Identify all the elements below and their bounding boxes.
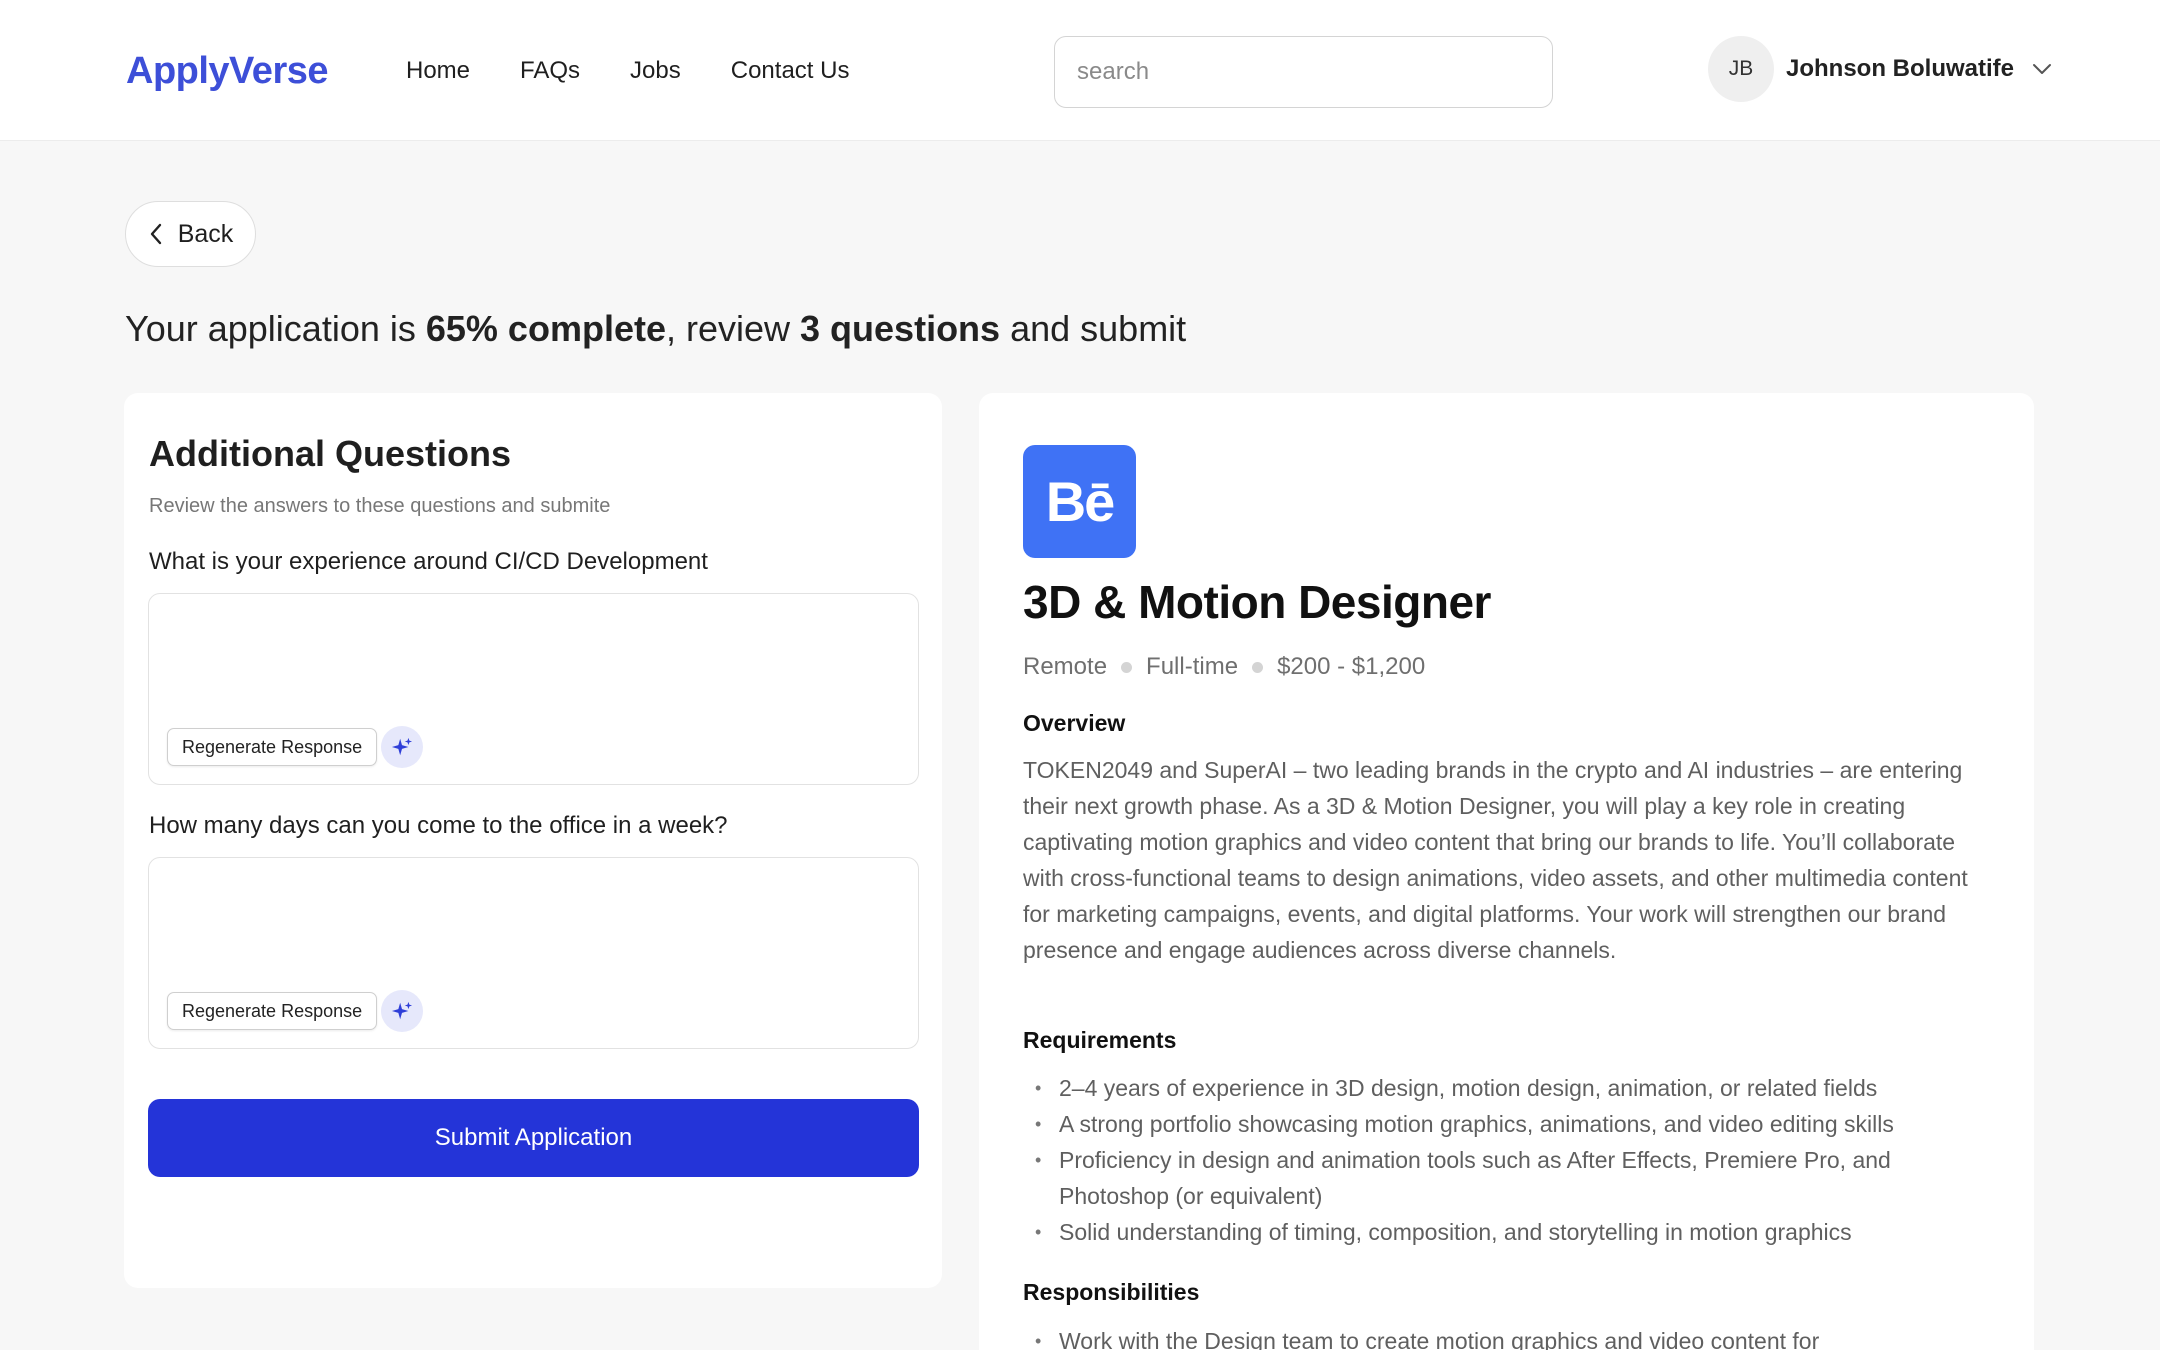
job-title: 3D & Motion Designer: [1023, 576, 1491, 628]
list-item: A strong portfolio showcasing motion gra…: [1023, 1106, 1988, 1142]
progress-prefix: Your application is: [125, 308, 426, 349]
ai-sparkle-button[interactable]: [381, 990, 423, 1032]
job-location: Remote: [1023, 653, 1108, 680]
additional-questions-card: Additional Questions Review the answers …: [124, 393, 942, 1288]
requirements-list: 2–4 years of experience in 3D design, mo…: [1023, 1070, 1988, 1250]
overview-heading: Overview: [1023, 710, 1126, 736]
progress-middle: , review: [665, 308, 801, 349]
progress-questions-count: 3 questions: [800, 308, 1001, 349]
overview-text: TOKEN2049 and SuperAI – two leading bran…: [1023, 757, 1968, 963]
nav-link-faqs[interactable]: FAQs: [520, 57, 580, 85]
job-salary: $200 - $1,200: [1277, 653, 1426, 680]
main-nav: Home FAQs Jobs Contact Us: [406, 57, 849, 85]
card-subtitle: Review the answers to these questions an…: [149, 495, 611, 517]
list-item: Solid understanding of timing, compositi…: [1023, 1214, 1988, 1250]
question-label: What is your experience around CI/CD Dev…: [149, 548, 708, 575]
meta-separator: [1121, 661, 1133, 673]
list-item: Proficiency in design and animation tool…: [1023, 1142, 1988, 1214]
regenerate-response-button[interactable]: Regenerate Response: [167, 992, 378, 1030]
application-progress-text: Your application is 65% complete, review…: [125, 308, 1186, 350]
chevron-left-icon: [150, 223, 161, 245]
responsibilities-list: Work with the Design team to create moti…: [1023, 1323, 1988, 1350]
brand-logo[interactable]: ApplyVerse: [126, 50, 329, 93]
back-button-label: Back: [177, 219, 234, 248]
progress-percent: 65% complete: [425, 308, 666, 349]
submit-application-button[interactable]: Submit Application: [148, 1099, 919, 1177]
job-details-card: Bē 3D & Motion Designer Remote Full-time…: [979, 393, 2034, 1350]
nav-link-contact-us[interactable]: Contact Us: [731, 57, 850, 85]
top-navbar: ApplyVerse Home FAQs Jobs Contact Us JB …: [0, 0, 2160, 141]
sparkle-icon: [391, 737, 413, 756]
back-button[interactable]: Back: [125, 201, 256, 267]
user-name: Johnson Boluwatife: [1786, 55, 2014, 82]
sparkle-icon: [391, 1001, 413, 1020]
question-label: How many days can you come to the office…: [149, 812, 728, 839]
meta-separator: [1252, 661, 1264, 673]
job-meta: Remote Full-time $200 - $1,200: [1023, 653, 1425, 681]
answer-field[interactable]: Regenerate Response: [148, 593, 919, 785]
requirements-heading: Requirements: [1023, 1027, 1177, 1053]
card-title: Additional Questions: [149, 433, 512, 474]
list-item: Work with the Design team to create moti…: [1023, 1323, 1988, 1350]
list-item: 2–4 years of experience in 3D design, mo…: [1023, 1070, 1988, 1106]
search-input[interactable]: [1054, 36, 1553, 108]
progress-suffix: and submit: [1000, 308, 1187, 349]
responsibilities-heading: Responsibilities: [1023, 1279, 1200, 1305]
ai-sparkle-button[interactable]: [381, 726, 423, 768]
regenerate-response-button[interactable]: Regenerate Response: [167, 728, 378, 766]
answer-field[interactable]: Regenerate Response: [148, 857, 919, 1049]
nav-link-jobs[interactable]: Jobs: [630, 57, 681, 85]
nav-link-home[interactable]: Home: [406, 57, 470, 85]
job-type: Full-time: [1146, 653, 1239, 680]
avatar: JB: [1708, 36, 1774, 102]
company-logo: Bē: [1023, 445, 1136, 558]
chevron-down-icon: [2033, 64, 2051, 74]
user-menu[interactable]: JB Johnson Boluwatife: [1708, 36, 2054, 102]
